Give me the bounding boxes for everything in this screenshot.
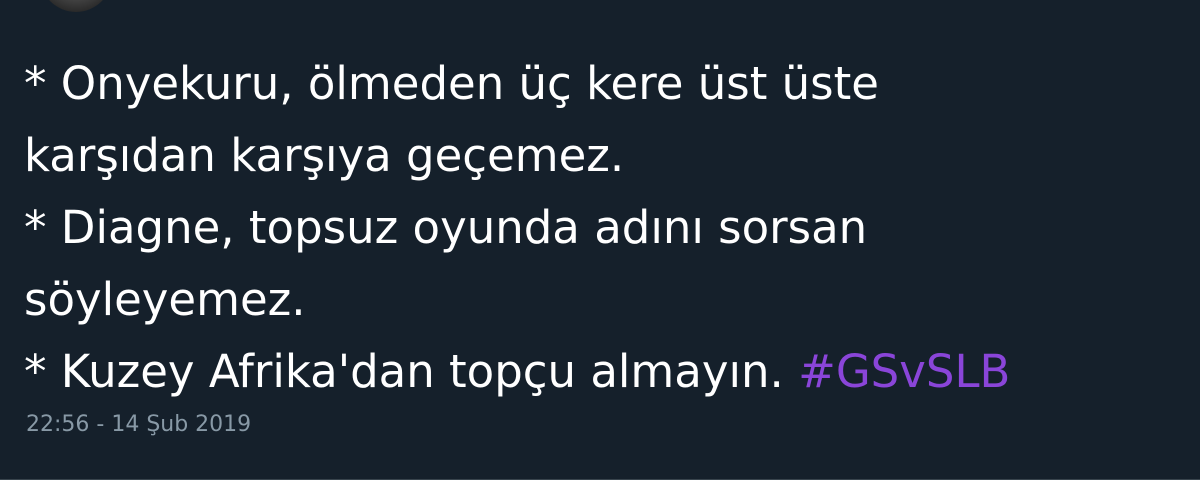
tweet-line: * Onyekuru, ölmeden üç kere üst üste	[24, 57, 879, 110]
tweet-line-last: * Kuzey Afrika'dan topçu almayın. #GSvSL…	[24, 336, 1174, 408]
tweet-line-text: * Kuzey Afrika'dan topçu almayın.	[24, 345, 784, 398]
tweet-line: * Diagne, topsuz oyunda adını sorsan	[24, 201, 868, 254]
tweet-line: karşıdan karşıya geçemez.	[24, 129, 625, 182]
tweet-line: söyleyemez.	[24, 273, 306, 326]
tweet-timestamp[interactable]: 22:56 - 14 Şub 2019	[26, 412, 251, 437]
tweet-card: * Onyekuru, ölmeden üç kere üst üste kar…	[0, 0, 1200, 480]
tweet-text: * Onyekuru, ölmeden üç kere üst üste kar…	[24, 48, 1174, 408]
hashtag-link[interactable]: #GSvSLB	[798, 345, 1010, 398]
avatar[interactable]	[40, 0, 112, 12]
